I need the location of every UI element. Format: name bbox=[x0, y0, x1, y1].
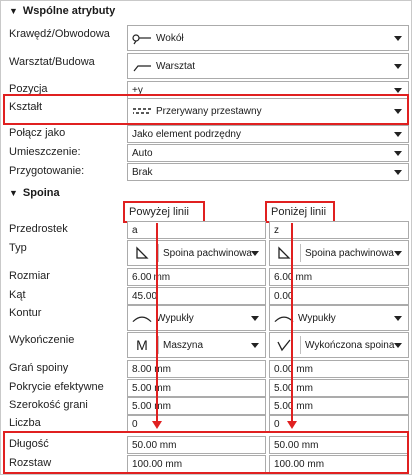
below-size-input[interactable]: 6.00 mm bbox=[269, 268, 409, 286]
above-header-highlight-box bbox=[123, 201, 205, 223]
below-count-value: 0 bbox=[274, 418, 280, 430]
above-contour-select[interactable]: Wypukły bbox=[127, 305, 266, 331]
separator bbox=[300, 244, 301, 262]
above-width-input[interactable]: 5.00 mm bbox=[127, 397, 266, 415]
above-width-value: 5.00 mm bbox=[132, 400, 171, 412]
prep-value: Brak bbox=[132, 166, 153, 178]
separator bbox=[158, 336, 159, 354]
collapse-triangle-icon[interactable]: ▼ bbox=[9, 6, 18, 16]
convex-arc-icon bbox=[132, 312, 152, 324]
above-root-input[interactable]: 8.00 mm bbox=[127, 360, 266, 378]
below-prefix-value: z bbox=[274, 224, 279, 236]
below-arrow-line bbox=[291, 223, 293, 421]
below-angle-input[interactable]: 0.00 bbox=[269, 287, 409, 305]
placement-value: Auto bbox=[132, 147, 153, 159]
coverage-label: Pokrycie efektywne bbox=[9, 381, 104, 393]
below-size-unit: mm bbox=[295, 271, 313, 283]
above-size-input[interactable]: 6.00 mm bbox=[127, 268, 266, 286]
below-contour-value: Wypukły bbox=[298, 312, 336, 324]
above-root-value: 8.00 mm bbox=[132, 363, 171, 375]
placement-select[interactable]: Auto bbox=[127, 144, 409, 162]
below-coverage-input[interactable]: 5.00 mm bbox=[269, 379, 409, 397]
connect-select[interactable]: Jako element podrzędny bbox=[127, 125, 409, 143]
prep-label: Przygotowanie: bbox=[9, 165, 85, 177]
connect-label: Połącz jako bbox=[9, 127, 66, 139]
section-weld-header[interactable]: ▼ Spoina bbox=[3, 185, 60, 201]
separator bbox=[300, 336, 301, 354]
above-finish-value: Maszyna bbox=[163, 339, 204, 351]
separator bbox=[158, 244, 159, 262]
below-type-value: Spoina pachwinowa bbox=[305, 247, 394, 259]
prefix-label: Przedrostek bbox=[9, 223, 68, 235]
fillet-weld-icon bbox=[132, 246, 152, 260]
below-width-value: 5.00 mm bbox=[274, 400, 313, 412]
above-arrowhead-icon bbox=[152, 421, 162, 429]
size-label: Rozmiar bbox=[9, 270, 50, 282]
workshop-label: Warsztat/Budowa bbox=[9, 56, 95, 68]
contour-label: Kontur bbox=[9, 307, 42, 319]
edge-label: Krawędź/Obwodowa bbox=[9, 28, 110, 40]
root-label: Grań spoiny bbox=[9, 362, 69, 374]
flag-icon bbox=[132, 59, 152, 73]
prep-select[interactable]: Brak bbox=[127, 163, 409, 181]
workshop-value: Warsztat bbox=[156, 60, 196, 72]
above-size-value: 6.00 bbox=[132, 271, 152, 283]
angle-label: Kąt bbox=[9, 289, 26, 301]
below-arrowhead-icon bbox=[287, 421, 297, 429]
above-type-select[interactable]: Spoina pachwinowa bbox=[127, 240, 266, 266]
above-finish-symbol: M bbox=[136, 337, 148, 353]
placement-label: Umieszczenie: bbox=[9, 146, 81, 158]
below-contour-select[interactable]: Wypukły bbox=[269, 305, 409, 331]
below-finish-value: Wykończona spoina bbox=[305, 339, 395, 351]
above-angle-input[interactable]: 45.00 bbox=[127, 287, 266, 305]
edge-select[interactable]: Wokół bbox=[127, 25, 409, 51]
above-type-value: Spoina pachwinowa bbox=[163, 247, 252, 259]
shape-highlight-box bbox=[3, 94, 409, 125]
below-coverage-value: 5.00 mm bbox=[274, 382, 313, 394]
below-width-input[interactable]: 5.00 mm bbox=[269, 397, 409, 415]
above-prefix-value: a bbox=[132, 224, 138, 236]
type-label: Typ bbox=[9, 242, 27, 254]
workshop-select[interactable]: Warsztat bbox=[127, 53, 409, 79]
below-header-highlight-box bbox=[265, 201, 335, 223]
section-common-title: Wspólne atrybuty bbox=[22, 5, 116, 17]
below-root-input[interactable]: 0.00 mm bbox=[269, 360, 409, 378]
below-root-value: 0.00 mm bbox=[274, 363, 313, 375]
below-prefix-input[interactable]: z bbox=[269, 221, 409, 239]
finish-label: Wykończenie bbox=[9, 334, 75, 346]
above-angle-value: 45.00 bbox=[132, 290, 158, 302]
above-count-value: 0 bbox=[132, 418, 138, 430]
section-common-header[interactable]: ▼ Wspólne atrybuty bbox=[3, 3, 115, 19]
collapse-triangle-icon[interactable]: ▼ bbox=[9, 188, 18, 198]
above-coverage-input[interactable]: 5.00 mm bbox=[127, 379, 266, 397]
weld-around-icon bbox=[132, 31, 152, 45]
above-finish-select[interactable]: M Maszyna bbox=[127, 332, 266, 358]
above-arrow-line bbox=[156, 223, 158, 421]
below-type-select[interactable]: Spoina pachwinowa bbox=[269, 240, 409, 266]
below-finish-select[interactable]: Wykończona spoina bbox=[269, 332, 409, 358]
above-coverage-value: 5.00 mm bbox=[132, 382, 171, 394]
count-label: Liczba bbox=[9, 417, 41, 429]
edge-value: Wokół bbox=[156, 32, 184, 44]
section-weld-title: Spoina bbox=[22, 187, 60, 199]
width-label: Szerokość grani bbox=[9, 399, 88, 411]
length-spacing-highlight-box bbox=[3, 431, 409, 474]
connect-value: Jako element podrzędny bbox=[132, 128, 241, 140]
above-prefix-input[interactable]: a bbox=[127, 221, 266, 239]
properties-panel: ▼ Wspólne atrybuty Krawędź/Obwodowa Wokó… bbox=[0, 0, 412, 475]
above-contour-value: Wypukły bbox=[156, 312, 194, 324]
